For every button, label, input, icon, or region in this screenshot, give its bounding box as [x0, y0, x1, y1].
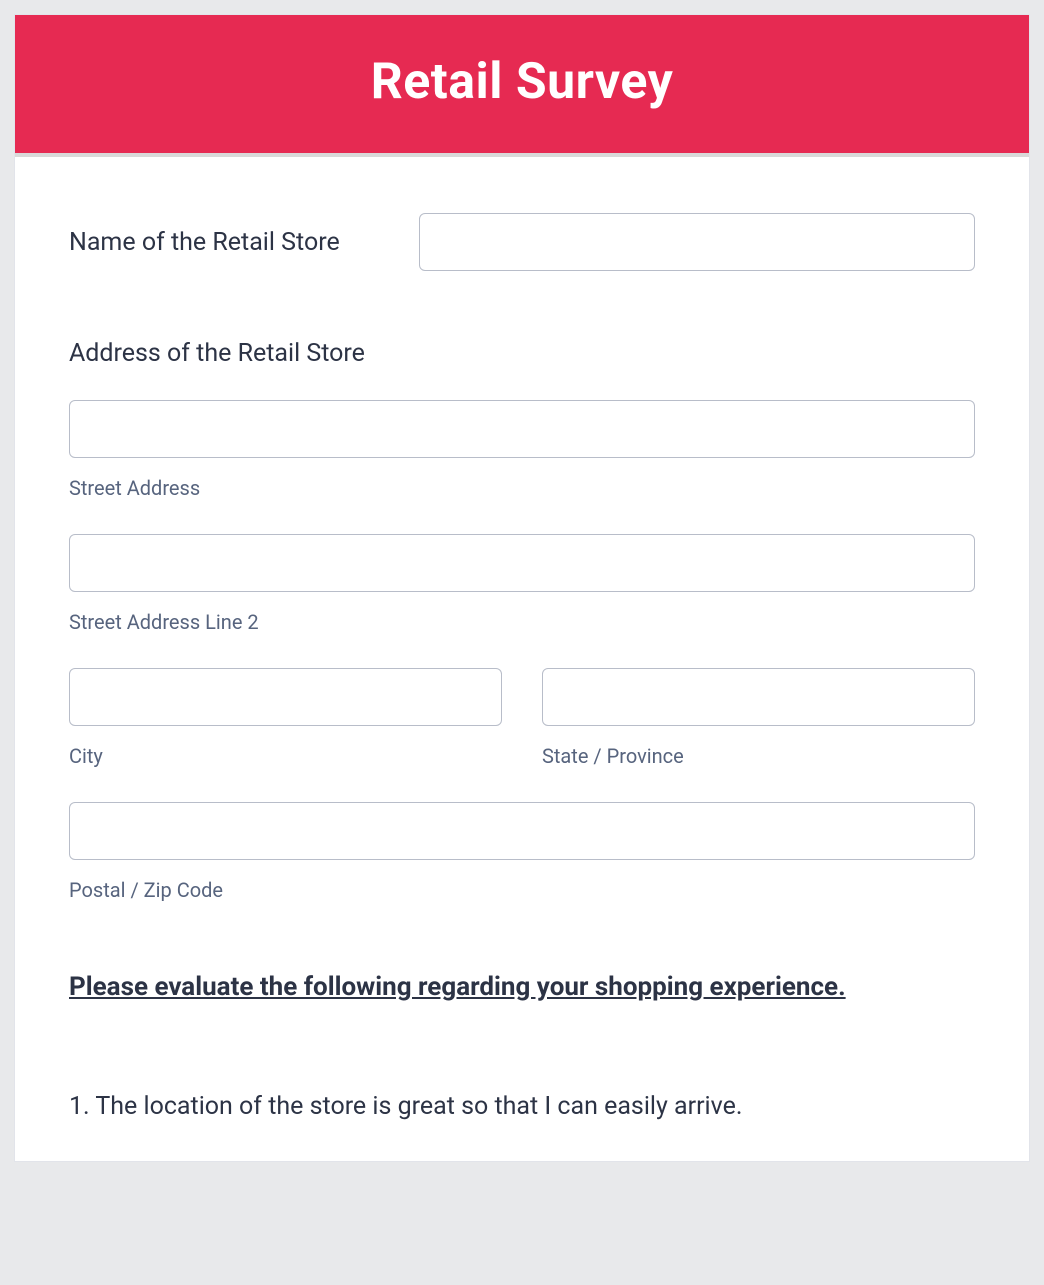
street-address-2-input[interactable] — [69, 534, 975, 592]
postal-field: Postal / Zip Code — [69, 802, 975, 902]
store-address-label: Address of the Retail Store — [69, 339, 975, 368]
state-field: State / Province — [542, 668, 975, 768]
street-address-input[interactable] — [69, 400, 975, 458]
store-name-label: Name of the Retail Store — [69, 228, 419, 257]
store-address-section: Address of the Retail Store Street Addre… — [69, 339, 975, 902]
state-sublabel: State / Province — [542, 744, 975, 768]
street-address-field: Street Address — [69, 400, 975, 500]
form-body: Name of the Retail Store Address of the … — [15, 157, 1029, 1161]
postal-sublabel: Postal / Zip Code — [69, 878, 975, 902]
city-sublabel: City — [69, 744, 502, 768]
form-header: Retail Survey — [15, 15, 1029, 157]
survey-form: Retail Survey Name of the Retail Store A… — [14, 14, 1030, 1162]
city-state-row: City State / Province — [69, 668, 975, 768]
street-address-sublabel: Street Address — [69, 476, 975, 500]
city-input[interactable] — [69, 668, 502, 726]
city-field: City — [69, 668, 502, 768]
state-input[interactable] — [542, 668, 975, 726]
store-name-field: Name of the Retail Store — [69, 213, 975, 271]
street-address-2-sublabel: Street Address Line 2 — [69, 610, 975, 634]
postal-input[interactable] — [69, 802, 975, 860]
street-address-2-field: Street Address Line 2 — [69, 534, 975, 634]
question-1: 1. The location of the store is great so… — [69, 1092, 975, 1121]
evaluation-heading: Please evaluate the following regarding … — [69, 972, 975, 1002]
store-name-input[interactable] — [419, 213, 975, 271]
form-title: Retail Survey — [35, 53, 1009, 111]
